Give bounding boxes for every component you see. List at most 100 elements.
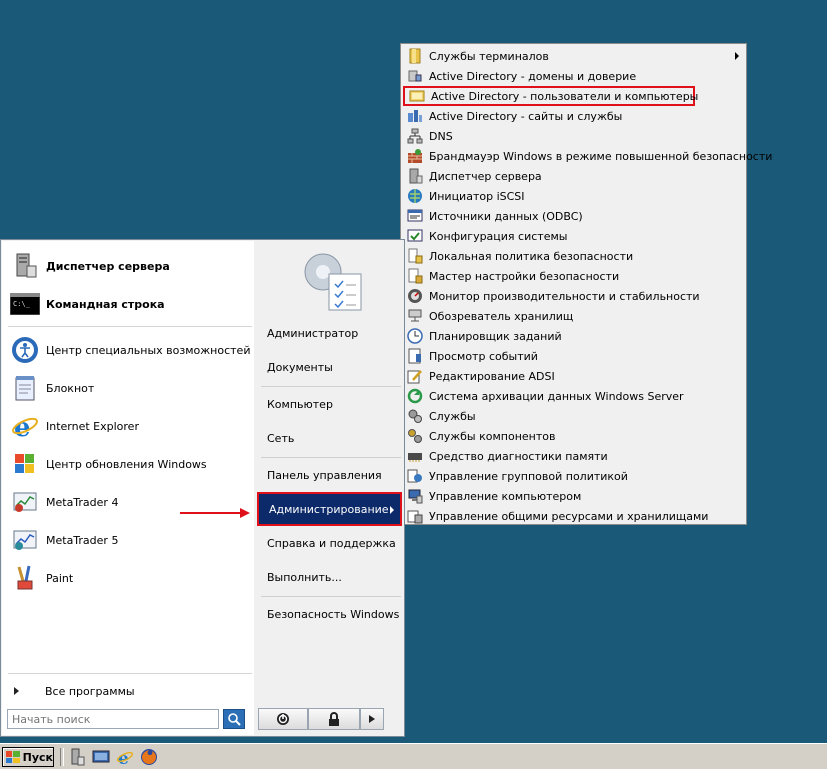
ad-users-icon bbox=[409, 90, 425, 102]
places-separator bbox=[261, 596, 401, 597]
menu-item-ad-sites[interactable]: Active Directory - сайты и службы bbox=[403, 106, 743, 126]
menu-item-event-viewer[interactable]: Просмотр событий bbox=[403, 346, 743, 366]
lock-icon bbox=[329, 712, 339, 726]
menu-item-services[interactable]: Службы bbox=[403, 406, 743, 426]
all-programs-button[interactable]: Все программы bbox=[10, 681, 250, 701]
expand-arrow-icon bbox=[14, 687, 19, 695]
perfmon-icon bbox=[408, 289, 422, 303]
places-network[interactable]: Сеть bbox=[257, 425, 402, 451]
search-button[interactable] bbox=[223, 709, 245, 729]
firewall-icon bbox=[408, 149, 422, 163]
ad-sites-icon bbox=[408, 110, 422, 122]
security-wizard-icon bbox=[408, 268, 423, 284]
annotation-arrow-icon bbox=[180, 508, 250, 518]
share-storage-icon bbox=[407, 510, 423, 524]
paint-icon bbox=[10, 563, 40, 593]
recent-accessibility-center[interactable]: Центр специальных возможностей bbox=[6, 333, 252, 367]
menu-item-msconfig[interactable]: Конфигурация системы bbox=[403, 226, 743, 246]
command-prompt-icon: C:\_ bbox=[10, 289, 40, 319]
ad-domains-icon bbox=[408, 70, 422, 82]
places-documents[interactable]: Документы bbox=[257, 354, 402, 380]
start-button[interactable]: Пуск bbox=[2, 747, 54, 767]
metatrader5-icon bbox=[10, 525, 40, 555]
user-picture bbox=[299, 246, 367, 314]
menu-item-component-services[interactable]: Службы компонентов bbox=[403, 426, 743, 446]
svg-text:C:\_: C:\_ bbox=[13, 300, 31, 308]
server-manager-icon[interactable] bbox=[68, 748, 86, 766]
menu-item-local-policy[interactable]: Локальная политика безопасности bbox=[403, 246, 743, 266]
menu-item-storage-explorer[interactable]: Обозреватель хранилищ bbox=[403, 306, 743, 326]
component-services-icon bbox=[408, 429, 422, 443]
menu-item-terminal-services[interactable]: Службы терминалов bbox=[403, 46, 743, 66]
power-controls bbox=[258, 708, 388, 730]
internet-explorer-icon[interactable]: e bbox=[116, 748, 134, 766]
backup-icon bbox=[407, 388, 423, 404]
menu-item-security-wizard[interactable]: Мастер настройки безопасности bbox=[403, 266, 743, 286]
search-icon bbox=[228, 713, 241, 726]
recent-internet-explorer[interactable]: e Internet Explorer bbox=[6, 409, 252, 443]
services-icon bbox=[408, 409, 422, 423]
memory-diagnostic-icon bbox=[408, 453, 422, 462]
menu-item-perfmon[interactable]: Монитор производительности и стабильност… bbox=[403, 286, 743, 306]
windows-update-icon bbox=[10, 449, 40, 479]
power-button[interactable] bbox=[258, 708, 308, 730]
places-control-panel[interactable]: Панель управления bbox=[257, 462, 402, 488]
places-user[interactable]: Администратор bbox=[257, 320, 402, 346]
notepad-icon bbox=[10, 373, 40, 403]
local-policy-icon bbox=[408, 248, 423, 264]
server-manager-icon bbox=[409, 168, 423, 184]
pinned-server-manager[interactable]: Диспетчер сервера bbox=[6, 249, 252, 283]
recent-notepad[interactable]: Блокнот bbox=[6, 371, 252, 405]
storage-explorer-icon bbox=[408, 309, 422, 322]
lock-button[interactable] bbox=[308, 708, 360, 730]
all-programs-separator bbox=[8, 673, 252, 674]
menu-item-dns[interactable]: DNS bbox=[403, 126, 743, 146]
shutdown-options-button[interactable] bbox=[360, 708, 384, 730]
event-viewer-icon bbox=[408, 348, 421, 364]
msconfig-icon bbox=[407, 229, 423, 242]
menu-item-memory-diagnostic[interactable]: Средство диагностики памяти bbox=[403, 446, 743, 466]
pinned-command-prompt[interactable]: C:\_ Командная строка bbox=[6, 287, 252, 321]
computer-management-icon bbox=[408, 489, 423, 504]
task-scheduler-icon bbox=[407, 328, 423, 344]
recent-windows-update[interactable]: Центр обновления Windows bbox=[6, 447, 252, 481]
chevron-right-icon bbox=[369, 715, 375, 723]
odbc-icon bbox=[407, 209, 423, 222]
places-admin-tools[interactable]: Администрирование bbox=[257, 492, 402, 526]
menu-item-computer-management[interactable]: Управление компьютером bbox=[403, 486, 743, 506]
recent-metatrader5[interactable]: MetaTrader 5 bbox=[6, 523, 252, 557]
show-desktop-icon[interactable] bbox=[92, 748, 110, 766]
accessibility-icon bbox=[10, 335, 40, 365]
menu-item-gpmc[interactable]: Управление групповой политикой bbox=[403, 466, 743, 486]
menu-item-server-manager[interactable]: Диспетчер сервера bbox=[403, 166, 743, 186]
menu-item-ad-domains[interactable]: Active Directory - домены и доверие bbox=[403, 66, 743, 86]
places-separator bbox=[261, 386, 401, 387]
menu-item-firewall[interactable]: Брандмауэр Windows в режиме повышенной б… bbox=[403, 146, 772, 166]
iscsi-icon bbox=[408, 189, 422, 203]
power-icon bbox=[277, 713, 289, 725]
places-computer[interactable]: Компьютер bbox=[257, 391, 402, 417]
folder-icon bbox=[409, 48, 421, 64]
gpmc-icon bbox=[407, 469, 422, 483]
internet-explorer-icon: e bbox=[10, 411, 40, 441]
menu-item-odbc[interactable]: Источники данных (ODBC) bbox=[403, 206, 743, 226]
menu-item-task-scheduler[interactable]: Планировщик заданий bbox=[403, 326, 743, 346]
recent-paint[interactable]: Paint bbox=[6, 561, 252, 595]
server-manager-icon bbox=[10, 251, 40, 281]
places-windows-security[interactable]: Безопасность Windows bbox=[257, 601, 402, 627]
start-menu: Диспетчер сервера C:\_ Командная строка … bbox=[0, 239, 405, 737]
start-search-input[interactable] bbox=[7, 709, 219, 729]
menu-item-iscsi[interactable]: Инициатор iSCSI bbox=[403, 186, 743, 206]
places-run[interactable]: Выполнить... bbox=[257, 564, 402, 590]
firefox-icon[interactable] bbox=[140, 748, 158, 766]
menu-item-share-storage[interactable]: Управление общими ресурсами и хранилищам… bbox=[403, 506, 743, 526]
menu-item-ad-users-computers[interactable]: Active Directory - пользователи и компью… bbox=[403, 86, 698, 106]
pinned-separator bbox=[8, 326, 252, 327]
taskbar: Пуск e bbox=[0, 743, 827, 769]
places-separator bbox=[261, 457, 401, 458]
submenu-arrow-icon bbox=[735, 52, 739, 60]
menu-item-backup[interactable]: Система архивации данных Windows Server bbox=[403, 386, 743, 406]
places-help[interactable]: Справка и поддержка bbox=[257, 530, 402, 556]
admin-tools-submenu: Службы терминалов Active Directory - дом… bbox=[400, 43, 772, 526]
menu-item-adsi-edit[interactable]: Редактирование ADSI bbox=[403, 366, 743, 386]
